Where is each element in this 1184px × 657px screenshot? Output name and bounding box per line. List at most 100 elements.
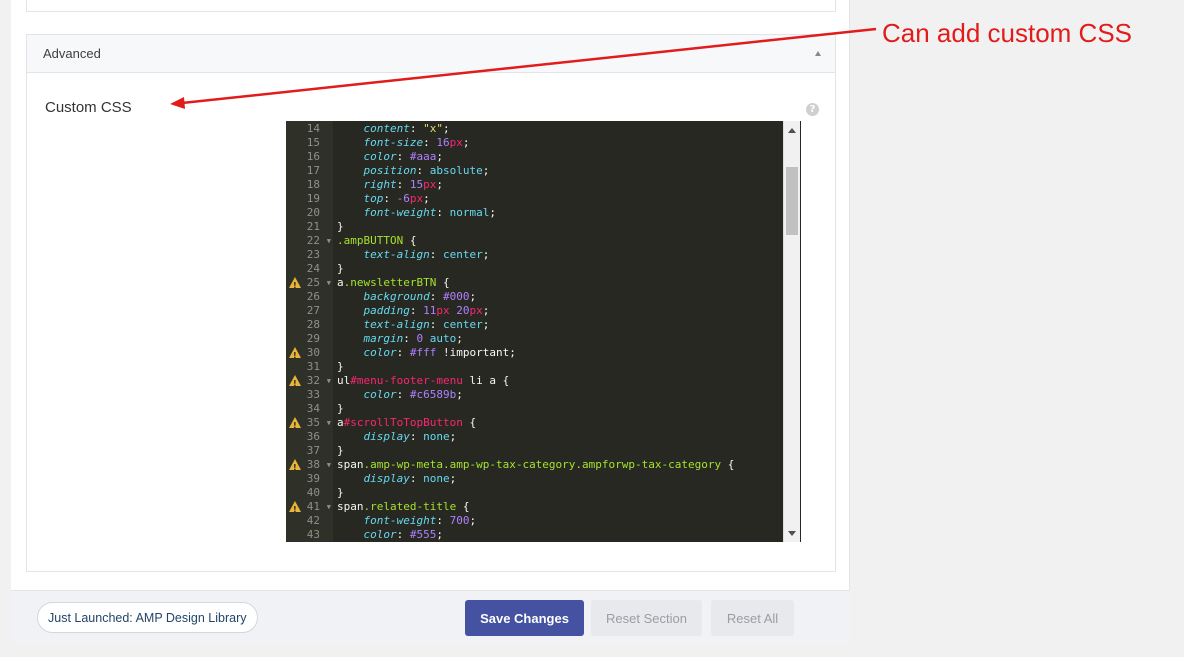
fold-arrow-icon[interactable]: ▼ — [327, 276, 331, 290]
reset-all-button[interactable]: Reset All — [711, 600, 794, 636]
code-token: #000 — [442, 290, 470, 303]
css-code-editor[interactable]: 14 content: "x"; 15 font-size: 16px; 16 co… — [286, 121, 801, 542]
line-number: 31 — [286, 360, 333, 374]
line-number: 17 — [286, 164, 333, 178]
editor-scrollbar[interactable] — [783, 121, 800, 542]
custom-css-label: Custom CSS — [45, 99, 132, 116]
code-line: 40} — [286, 486, 783, 500]
scrollbar-thumb[interactable] — [786, 167, 798, 235]
code-text: top: -6px; — [333, 192, 430, 206]
code-token: ; — [462, 136, 470, 149]
line-number-text: 31 — [306, 360, 320, 373]
line-number: 32 ▼ — [286, 374, 333, 391]
fold-arrow-icon[interactable]: ▼ — [327, 234, 331, 248]
code-token: ; — [436, 178, 443, 191]
code-text: color: #aaa; — [333, 150, 444, 164]
code-token: position — [363, 164, 417, 177]
code-token: ; — [456, 388, 463, 401]
code-token: .related-title — [363, 500, 457, 513]
line-number: 40 — [286, 486, 333, 500]
code-token: text-align — [363, 318, 430, 331]
fold-arrow-icon[interactable]: ▼ — [327, 374, 331, 388]
code-line: 37} — [286, 444, 783, 458]
code-token: ; — [469, 514, 477, 527]
code-token: -6 — [396, 192, 410, 205]
code-text: text-align: center; — [333, 248, 490, 262]
code-token: ; — [449, 472, 457, 485]
line-number: 38 ▼ — [286, 458, 333, 475]
line-number: 41 ▼ — [286, 500, 333, 517]
scroll-up-button[interactable] — [784, 123, 800, 137]
chevron-up-icon[interactable] — [815, 51, 821, 56]
code-token: color — [363, 528, 397, 541]
code-token: ; — [423, 192, 430, 205]
code-token: padding — [363, 304, 410, 317]
code-token: 11 — [423, 304, 437, 317]
line-number-text: 21 — [306, 220, 320, 233]
code-token: : — [416, 164, 430, 177]
code-line: 22 ▼ .ampBUTTON { — [286, 234, 783, 248]
line-number-text: 38 — [306, 458, 320, 471]
code-token: center — [442, 248, 483, 261]
warning-triangle-icon[interactable] — [289, 459, 301, 475]
code-token: #555 — [409, 528, 437, 541]
code-token: ; — [436, 528, 443, 541]
line-number-text: 25 — [306, 276, 320, 289]
line-number-text: 32 — [306, 374, 320, 387]
code-token: { — [436, 276, 450, 289]
design-library-badge[interactable]: Just Launched: AMP Design Library — [37, 602, 258, 633]
code-text: color: #555; — [333, 528, 444, 542]
code-text: font-weight: normal; — [333, 206, 496, 220]
warning-triangle-icon[interactable] — [289, 375, 301, 391]
code-line: 32▼ul#menu-footer-menu li a { — [286, 374, 783, 391]
code-text: content: "x"; — [333, 122, 450, 136]
fold-arrow-icon[interactable]: ▼ — [327, 458, 331, 472]
code-token: auto — [429, 332, 457, 345]
warning-triangle-icon[interactable] — [289, 501, 301, 517]
warning-triangle-icon[interactable] — [289, 347, 301, 363]
code-token: : — [396, 150, 410, 163]
code-token: .ampBUTTON — [337, 234, 404, 247]
code-token: : — [436, 206, 450, 219]
fold-arrow-icon[interactable]: ▼ — [327, 416, 331, 430]
code-text: padding: 11px 20px; — [333, 304, 490, 318]
line-number: 37 — [286, 444, 333, 458]
code-token: } — [337, 444, 344, 457]
fold-arrow-icon[interactable]: ▼ — [327, 500, 331, 514]
code-token: display — [363, 430, 410, 443]
code-token: 20 — [456, 304, 470, 317]
code-text: display: none; — [333, 472, 457, 486]
line-number-text: 36 — [306, 430, 320, 443]
advanced-section-header[interactable]: Advanced — [27, 35, 835, 73]
save-changes-button[interactable]: Save Changes — [465, 600, 584, 636]
code-token: font-weight — [363, 514, 437, 527]
question-circle-icon[interactable]: ? — [806, 103, 819, 116]
code-text: } — [333, 220, 344, 234]
code-token: #aaa — [409, 150, 437, 163]
code-token: font-weight — [363, 206, 437, 219]
code-line: 28 text-align: center; — [286, 318, 783, 332]
previous-section-edge — [26, 0, 836, 12]
scroll-down-button[interactable] — [784, 526, 800, 540]
code-token: normal — [449, 206, 490, 219]
reset-section-button[interactable]: Reset Section — [591, 600, 702, 636]
code-line: 27 padding: 11px 20px; — [286, 304, 783, 318]
code-token: 16 — [436, 136, 450, 149]
code-token: : — [409, 122, 424, 135]
code-text: display: none; — [333, 430, 457, 444]
warning-triangle-icon[interactable] — [289, 277, 301, 293]
code-token: } — [337, 220, 344, 233]
code-token: a — [337, 276, 344, 289]
warning-triangle-icon[interactable] — [289, 417, 301, 433]
line-number: 27 — [286, 304, 333, 318]
line-number: 35 ▼ — [286, 416, 333, 433]
code-line: 39 display: none; — [286, 472, 783, 486]
code-token: span — [337, 500, 364, 513]
line-number-text: 28 — [306, 318, 320, 331]
line-number-text: 27 — [306, 304, 320, 317]
code-line: 42 font-weight: 700; — [286, 514, 783, 528]
